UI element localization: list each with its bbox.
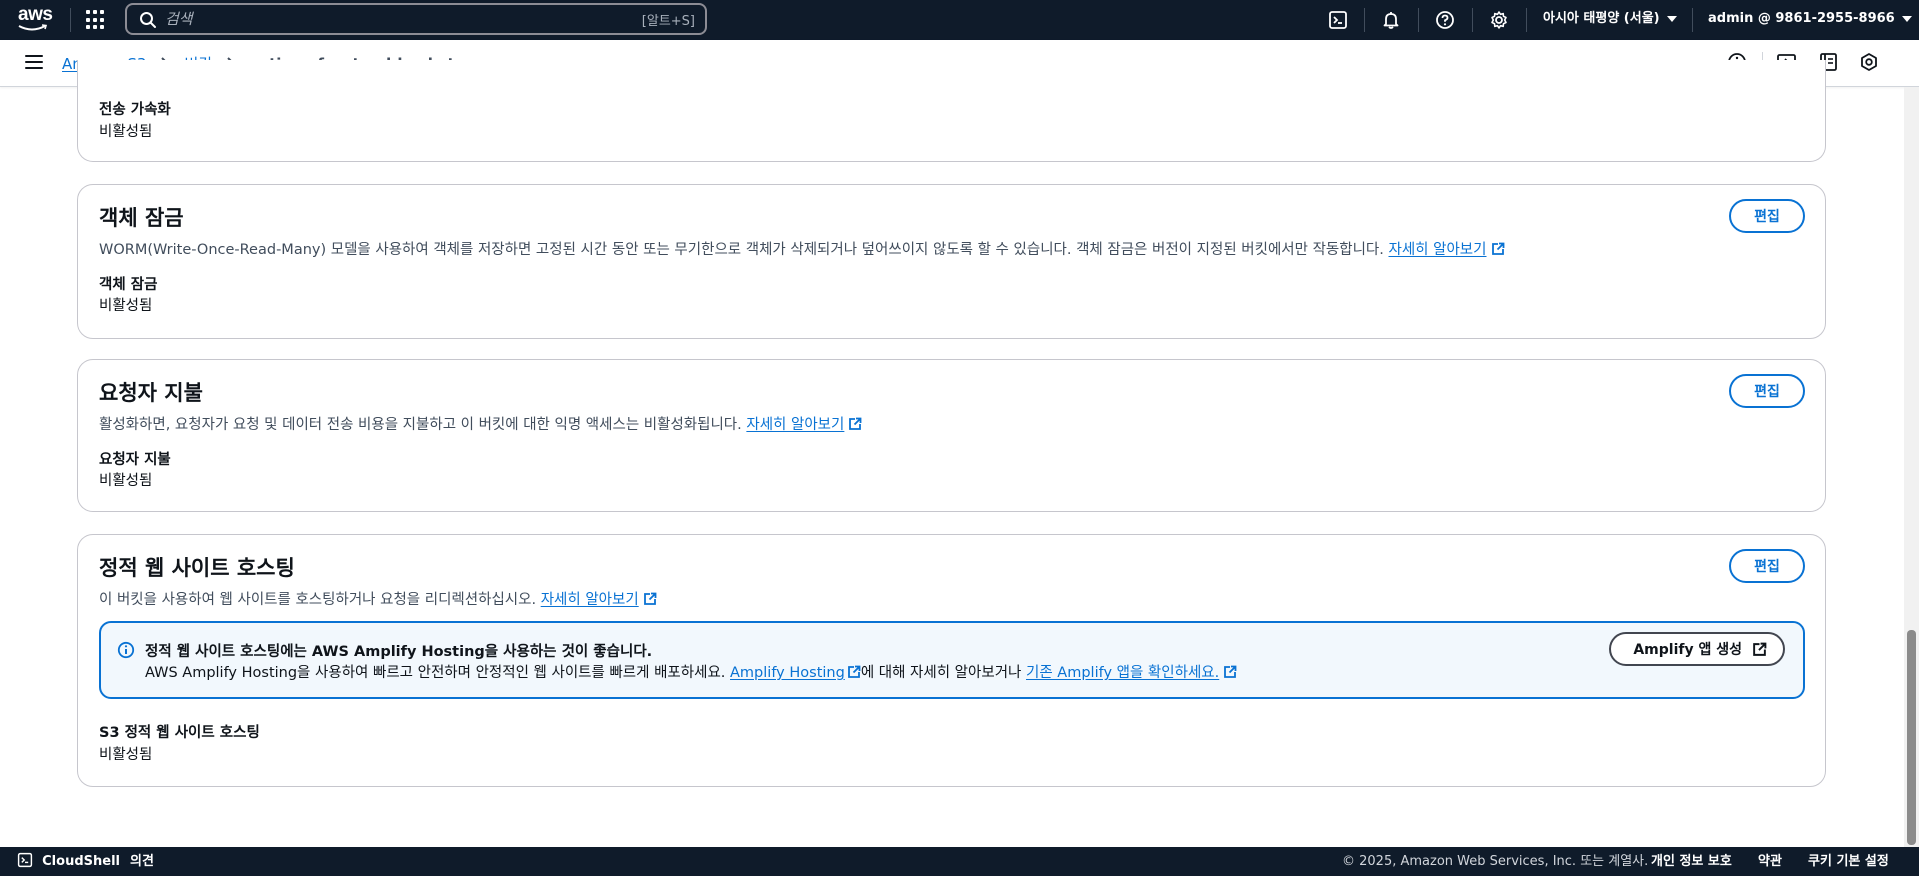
static-hosting-panel: 정적 웹 사이트 호스팅 편집 이 버킷을 사용하여 웹 사이트를 호스팅하거나… (77, 534, 1826, 787)
requester-pays-learn-more-link[interactable]: 자세히 알아보기 (746, 417, 844, 433)
nav-divider (1526, 8, 1527, 32)
caret-down-icon (1901, 15, 1912, 22)
terms-link[interactable]: 약관 (1758, 847, 1782, 876)
nav-divider (1692, 8, 1693, 32)
apps-grid-icon[interactable] (86, 10, 106, 30)
search-box[interactable]: [알트+S] (125, 3, 707, 35)
requester-pays-value: 비활성됨 (99, 473, 153, 489)
feedback-link[interactable]: 의견 (130, 847, 154, 876)
aws-smile-icon (18, 24, 48, 31)
cloudshell-icon[interactable] (1327, 9, 1349, 31)
aws-logo[interactable]: aws (18, 4, 54, 34)
static-hosting-key: S3 정적 웹 사이트 호스팅 (99, 725, 260, 741)
search-icon (140, 12, 156, 28)
transfer-acceleration-panel: 전송 가속화 비활성됨 (77, 60, 1826, 162)
caret-down-icon (1666, 15, 1677, 22)
region-selector[interactable]: 아시아 태평양 (서울) (1543, 0, 1677, 40)
footer: CloudShell 의견 © 2025, Amazon Web Service… (0, 847, 1919, 876)
help-icon[interactable] (1434, 9, 1456, 31)
create-amplify-app-button[interactable]: Amplify 앱 생성 (1609, 632, 1785, 666)
amplify-alert-body-mid: 에 대해 자세히 알아보거나 (860, 665, 1022, 681)
menu-icon[interactable] (25, 55, 43, 69)
requester-pays-description-text: 활성화하면, 요청자가 요청 및 데이터 전송 비용을 지불하고 이 버킷에 대… (99, 417, 742, 433)
amplify-hosting-link[interactable]: Amplify Hosting (730, 665, 845, 681)
static-hosting-value: 비활성됨 (99, 747, 153, 763)
object-lock-key: 객체 잠금 (99, 277, 158, 293)
external-link-icon (1753, 642, 1767, 656)
external-link-icon (643, 592, 657, 605)
static-hosting-description-text: 이 버킷을 사용하여 웹 사이트를 호스팅하거나 요청을 리디렉션하십시오. (99, 592, 537, 608)
requester-pays-key: 요청자 지불 (99, 452, 171, 468)
account-menu[interactable]: admin @ 9861-2955-8966 (1708, 0, 1912, 40)
scrollbar-thumb[interactable] (1907, 630, 1916, 845)
object-lock-description: WORM(Write-Once-Read-Many) 모델을 사용하여 객체를 … (99, 238, 1505, 259)
cloudshell-label: CloudShell (42, 854, 120, 869)
search-shortcut: [알트+S] (641, 14, 695, 29)
cloudshell-icon (17, 852, 33, 868)
gear-icon[interactable] (1488, 9, 1510, 31)
transfer-acceleration-value: 비활성됨 (99, 124, 153, 140)
requester-pays-panel: 요청자 지불 편집 활성화하면, 요청자가 요청 및 데이터 전송 비용을 지불… (77, 359, 1826, 512)
requester-pays-edit-button[interactable]: 편집 (1729, 374, 1805, 408)
static-hosting-title: 정적 웹 사이트 호스팅 (99, 556, 295, 580)
amplify-alert-body: AWS Amplify Hosting을 사용하여 빠르고 안전하며 안정적인 … (145, 661, 1237, 682)
object-lock-panel: 객체 잠금 편집 WORM(Write-Once-Read-Many) 모델을 … (77, 184, 1826, 339)
nav-divider (1472, 8, 1473, 32)
requester-pays-title: 요청자 지불 (99, 381, 203, 405)
static-hosting-edit-button[interactable]: 편집 (1729, 549, 1805, 583)
settings-hex-icon[interactable] (1859, 52, 1879, 74)
aws-logo-text: aws (18, 4, 53, 25)
copyright-text: © 2025, Amazon Web Services, Inc. 또는 계열사… (1342, 854, 1649, 869)
search-input[interactable] (165, 9, 605, 29)
object-lock-edit-button[interactable]: 편집 (1729, 199, 1805, 233)
static-hosting-description: 이 버킷을 사용하여 웹 사이트를 호스팅하거나 요청을 리디렉션하십시오. 자… (99, 588, 657, 609)
nav-divider (1418, 8, 1419, 32)
info-icon (117, 641, 135, 659)
existing-amplify-apps-link[interactable]: 기존 Amplify 앱을 확인하세요. (1026, 665, 1219, 681)
nav-divider (70, 8, 71, 32)
requester-pays-description: 활성화하면, 요청자가 요청 및 데이터 전송 비용을 지불하고 이 버킷에 대… (99, 413, 862, 434)
top-navigation: aws [알트+S] 아시아 태평양 (서울) admin @ 9861-295… (0, 0, 1919, 40)
privacy-link[interactable]: 개인 정보 보호 (1651, 847, 1732, 876)
cookie-preferences-link[interactable]: 쿠키 기본 설정 (1808, 847, 1889, 876)
object-lock-title: 객체 잠금 (99, 206, 184, 230)
nav-divider (1364, 8, 1365, 32)
amplify-info-alert: 정적 웹 사이트 호스팅에는 AWS Amplify Hosting을 사용하는… (99, 621, 1805, 699)
amplify-alert-body-prefix: AWS Amplify Hosting을 사용하여 빠르고 안전하며 안정적인 … (145, 665, 726, 681)
account-label: admin @ 9861-2955-8966 (1708, 11, 1895, 26)
region-label: 아시아 태평양 (서울) (1543, 11, 1660, 26)
create-amplify-app-label: Amplify 앱 생성 (1633, 642, 1742, 658)
amplify-alert-title: 정적 웹 사이트 호스팅에는 AWS Amplify Hosting을 사용하는… (145, 644, 653, 660)
bell-icon[interactable] (1380, 9, 1402, 31)
transfer-acceleration-key: 전송 가속화 (99, 102, 171, 118)
external-link-icon (849, 417, 862, 430)
external-link-icon (1224, 665, 1237, 678)
external-link-icon (1491, 242, 1504, 255)
cloudshell-button[interactable]: CloudShell (17, 847, 120, 876)
static-hosting-learn-more-link[interactable]: 자세히 알아보기 (541, 592, 639, 608)
external-link-icon (847, 665, 861, 678)
object-lock-learn-more-link[interactable]: 자세히 알아보기 (1389, 242, 1487, 258)
object-lock-description-text: WORM(Write-Once-Read-Many) 모델을 사용하여 객체를 … (99, 242, 1384, 258)
object-lock-value: 비활성됨 (99, 298, 153, 314)
